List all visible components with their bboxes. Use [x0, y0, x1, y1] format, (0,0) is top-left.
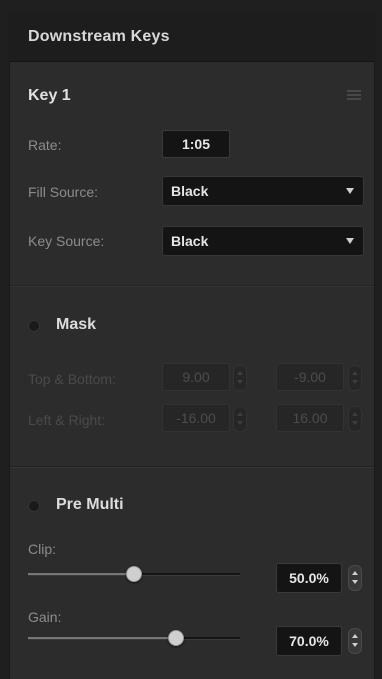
rate-label: Rate:: [28, 137, 62, 153]
mask-top-stepper[interactable]: [233, 365, 247, 391]
section-divider: [10, 466, 374, 468]
fill-source-value: Black: [171, 183, 209, 199]
gain-value-field[interactable]: 70.0%: [276, 626, 342, 656]
gain-label: Gain:: [28, 609, 62, 625]
gain-stepper[interactable]: [348, 628, 362, 654]
mask-top-field[interactable]: 9.00: [162, 363, 230, 391]
mask-right-stepper[interactable]: [348, 406, 362, 432]
chevron-down-icon: [346, 238, 354, 244]
clip-slider-fill: [28, 573, 134, 575]
mask-bottom-stepper[interactable]: [348, 365, 362, 391]
key-source-label: Key Source:: [28, 233, 105, 249]
mask-left-field[interactable]: -16.00: [162, 404, 230, 432]
rate-field[interactable]: 1:05: [162, 130, 230, 158]
key-source-dropdown[interactable]: Black: [162, 226, 364, 256]
left-right-label: Left & Right:: [28, 412, 106, 428]
hamburger-menu-icon[interactable]: [347, 90, 361, 100]
panel-header: Downstream Keys: [10, 13, 374, 62]
downstream-keys-panel: Downstream Keys Key 1 Rate: 1:05 Fill So…: [9, 13, 375, 679]
gain-slider-fill: [28, 637, 177, 639]
clip-stepper[interactable]: [348, 565, 362, 591]
fill-source-dropdown[interactable]: Black: [162, 176, 364, 206]
gain-slider-thumb[interactable]: [168, 630, 185, 646]
panel-title: Downstream Keys: [28, 28, 170, 45]
clip-value-field[interactable]: 50.0%: [276, 563, 342, 593]
clip-slider-thumb[interactable]: [126, 566, 142, 582]
key-title: Key 1: [28, 87, 71, 104]
top-bottom-label: Top & Bottom:: [28, 371, 116, 387]
mask-right-field[interactable]: 16.00: [276, 404, 344, 432]
fill-source-label: Fill Source:: [28, 184, 99, 200]
clip-label: Clip:: [28, 541, 57, 557]
mask-title[interactable]: Mask: [56, 316, 96, 334]
chevron-down-icon: [346, 188, 354, 194]
key-source-value: Black: [171, 233, 209, 249]
mask-toggle-indicator[interactable]: [28, 320, 40, 332]
pre-multi-toggle-indicator[interactable]: [28, 500, 40, 512]
pre-multi-title[interactable]: Pre Multi: [56, 496, 124, 514]
mask-left-stepper[interactable]: [233, 406, 247, 432]
mask-bottom-field[interactable]: -9.00: [276, 363, 344, 391]
section-divider: [10, 285, 374, 287]
